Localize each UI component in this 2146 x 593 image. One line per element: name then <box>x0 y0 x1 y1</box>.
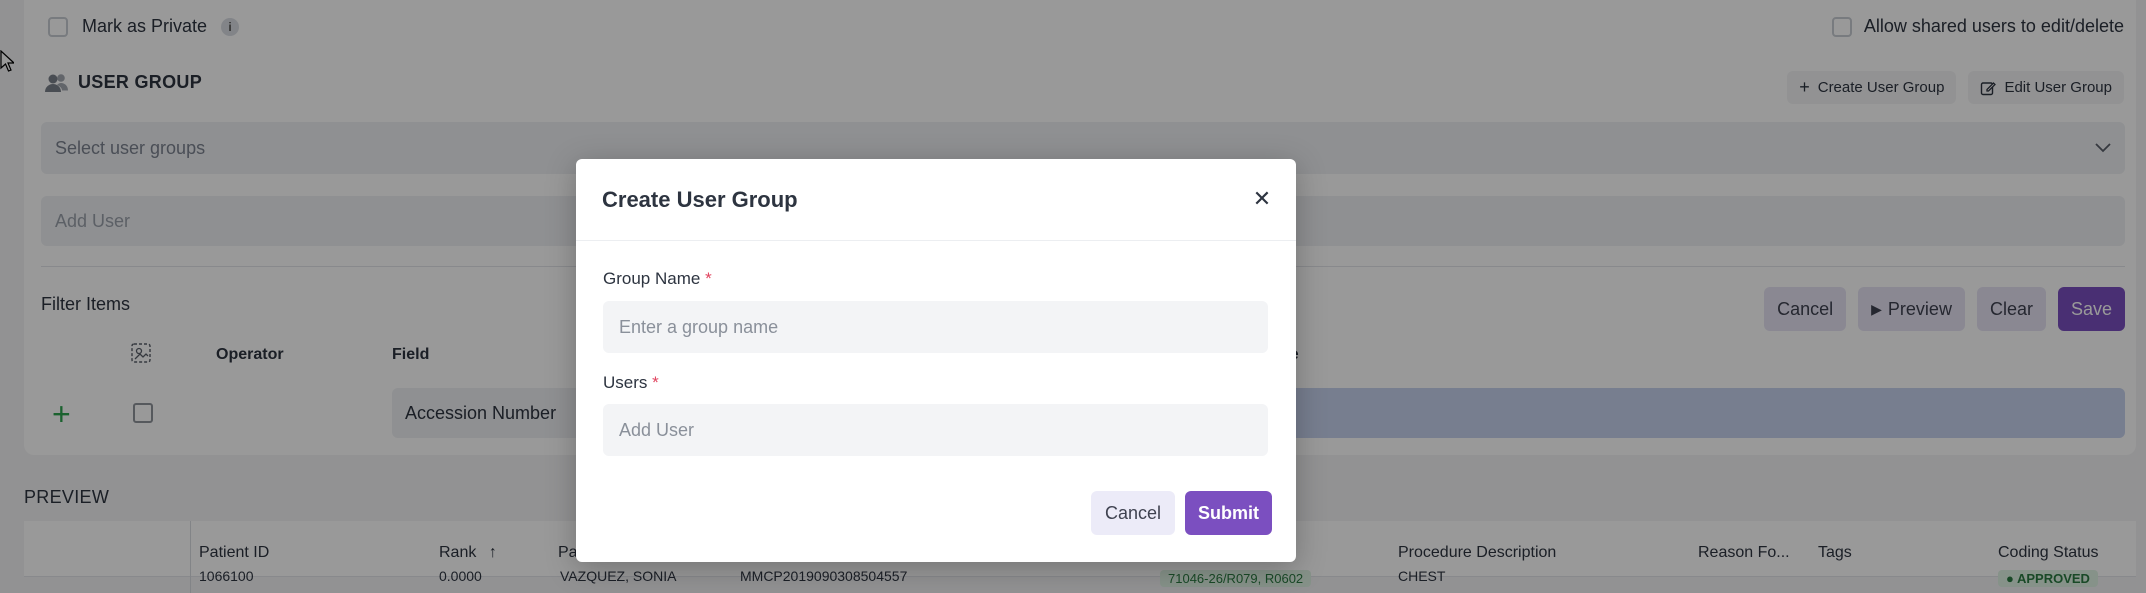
group-name-label: Group Name * <box>603 269 712 289</box>
group-name-label-text: Group Name <box>603 269 701 288</box>
users-label: Users * <box>603 373 659 393</box>
users-label-text: Users <box>603 373 648 392</box>
required-mark: * <box>652 373 659 392</box>
dialog-divider <box>576 240 1296 241</box>
dialog-submit-button[interactable]: Submit <box>1185 491 1272 535</box>
users-input[interactable] <box>603 404 1268 456</box>
create-user-group-dialog: Create User Group ✕ Group Name * Users *… <box>576 159 1296 562</box>
required-mark: * <box>705 269 712 288</box>
group-name-input[interactable] <box>603 301 1268 353</box>
dialog-cancel-button[interactable]: Cancel <box>1091 491 1176 535</box>
close-icon[interactable]: ✕ <box>1250 186 1274 211</box>
dialog-title: Create User Group <box>602 187 798 212</box>
